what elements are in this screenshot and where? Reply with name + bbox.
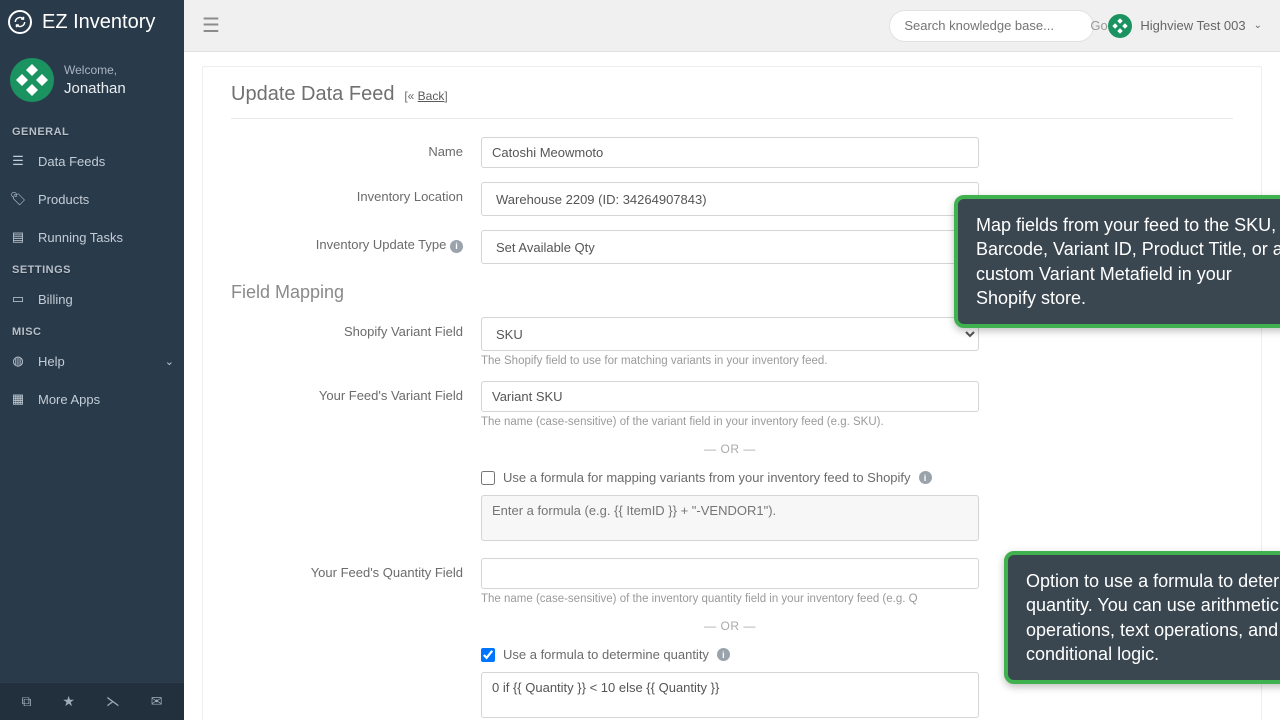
hamburger-icon[interactable]: ☰ [202, 13, 220, 38]
info-icon[interactable]: i [717, 648, 730, 661]
sidebar-item-running-tasks[interactable]: ▤ Running Tasks [0, 218, 184, 256]
location-select[interactable]: Warehouse 2209 (ID: 34264907843) [481, 182, 979, 216]
formula-qty-checkbox[interactable] [481, 648, 495, 662]
sidebar-item-data-feeds[interactable]: ☰ Data Feeds [0, 142, 184, 180]
sidebar: EZ Inventory Welcome, Jonathan GENERAL ☰… [0, 0, 184, 720]
chevron-down-icon: ⌄ [165, 355, 174, 368]
info-icon[interactable]: i [919, 471, 932, 484]
brand: EZ Inventory [0, 0, 184, 44]
avatar-icon [1108, 14, 1132, 38]
user-menu-name: Highview Test 003 [1140, 18, 1245, 33]
back-link[interactable]: Back [418, 89, 445, 103]
breadcrumb: [« Back] [404, 89, 447, 103]
formula-qty-label: Use a formula to determine quantity [503, 647, 709, 662]
shopify-field-help: The Shopify field to use for matching va… [481, 355, 979, 367]
tasks-icon: ▤ [10, 229, 26, 245]
callout-field-mapping: Map fields from your feed to the SKU, Ba… [954, 195, 1280, 328]
welcome-label: Welcome, [64, 63, 126, 77]
sidebar-item-label: Billing [38, 292, 73, 307]
sidebar-item-billing[interactable]: ▭ Billing [0, 280, 184, 318]
page-title: Update Data Feed [231, 83, 394, 106]
globe-icon: ◍ [10, 353, 26, 369]
feed-variant-help: The name (case-sensitive) of the variant… [481, 416, 979, 428]
list-icon: ☰ [10, 153, 26, 169]
sidebar-item-products[interactable]: 🏷 Products [0, 180, 184, 218]
chevron-down-icon: ⌄ [1254, 20, 1262, 31]
formula-variant-checkbox[interactable] [481, 471, 495, 485]
user-block: Welcome, Jonathan [0, 44, 184, 118]
main: Update Data Feed [« Back] Name Inventory… [184, 52, 1280, 720]
sidebar-item-more-apps[interactable]: ▦ More Apps [0, 380, 184, 418]
update-type-label: Inventory Update Type i [231, 230, 481, 253]
formula-variant-label: Use a formula for mapping variants from … [503, 470, 911, 485]
grid-icon: ▦ [10, 391, 26, 407]
feed-quantity-input[interactable] [481, 558, 979, 589]
name-input[interactable] [481, 137, 979, 168]
rss-icon[interactable]: ⋋ [106, 693, 120, 710]
avatar [10, 58, 54, 102]
location-label: Inventory Location [231, 182, 481, 204]
search-box: Go [889, 10, 1094, 42]
mail-icon[interactable]: ✉ [151, 693, 163, 710]
feed-quantity-label: Your Feed's Quantity Field [231, 558, 481, 580]
sidebar-item-label: More Apps [38, 392, 100, 407]
formula-qty-textarea[interactable]: 0 if {{ Quantity }} < 10 else {{ Quantit… [481, 672, 979, 718]
update-type-select[interactable]: Set Available Qty [481, 230, 979, 264]
feed-quantity-help: The name (case-sensitive) of the invento… [481, 593, 979, 605]
card-icon: ▭ [10, 291, 26, 307]
sidebar-item-label: Help [38, 354, 65, 369]
star-icon[interactable]: ★ [62, 693, 75, 710]
tag-icon: 🏷 [10, 191, 26, 207]
brand-name: EZ Inventory [42, 11, 155, 34]
feed-variant-label: Your Feed's Variant Field [231, 381, 481, 403]
name-label: Name [231, 137, 481, 159]
nav-header-settings: SETTINGS [0, 256, 184, 280]
formula-variant-textarea[interactable] [481, 495, 979, 541]
archive-icon[interactable]: ⧉ [21, 693, 31, 710]
nav-header-general: GENERAL [0, 118, 184, 142]
sidebar-item-help[interactable]: ◍ Help ⌄ [0, 342, 184, 380]
shopify-field-label: Shopify Variant Field [231, 317, 481, 339]
callout-formula-qty: Option to use a formula to determine qua… [1004, 551, 1280, 684]
nav-header-misc: MISC [0, 318, 184, 342]
user-menu[interactable]: Highview Test 003 ⌄ [1108, 14, 1262, 38]
info-icon[interactable]: i [450, 240, 463, 253]
sidebar-item-label: Products [38, 192, 89, 207]
bottom-icons: ⧉ ★ ⋋ ✉ [0, 682, 184, 720]
search-input[interactable] [904, 18, 1080, 33]
sidebar-item-label: Data Feeds [38, 154, 105, 169]
topbar: ☰ Go Highview Test 003 ⌄ [184, 0, 1280, 52]
or-separator: — OR — [481, 442, 979, 456]
refresh-icon [8, 10, 32, 34]
sidebar-item-label: Running Tasks [38, 230, 123, 245]
shopify-field-select[interactable]: SKU [481, 317, 979, 351]
or-separator: — OR — [481, 619, 979, 633]
username: Jonathan [64, 80, 126, 97]
feed-variant-input[interactable] [481, 381, 979, 412]
